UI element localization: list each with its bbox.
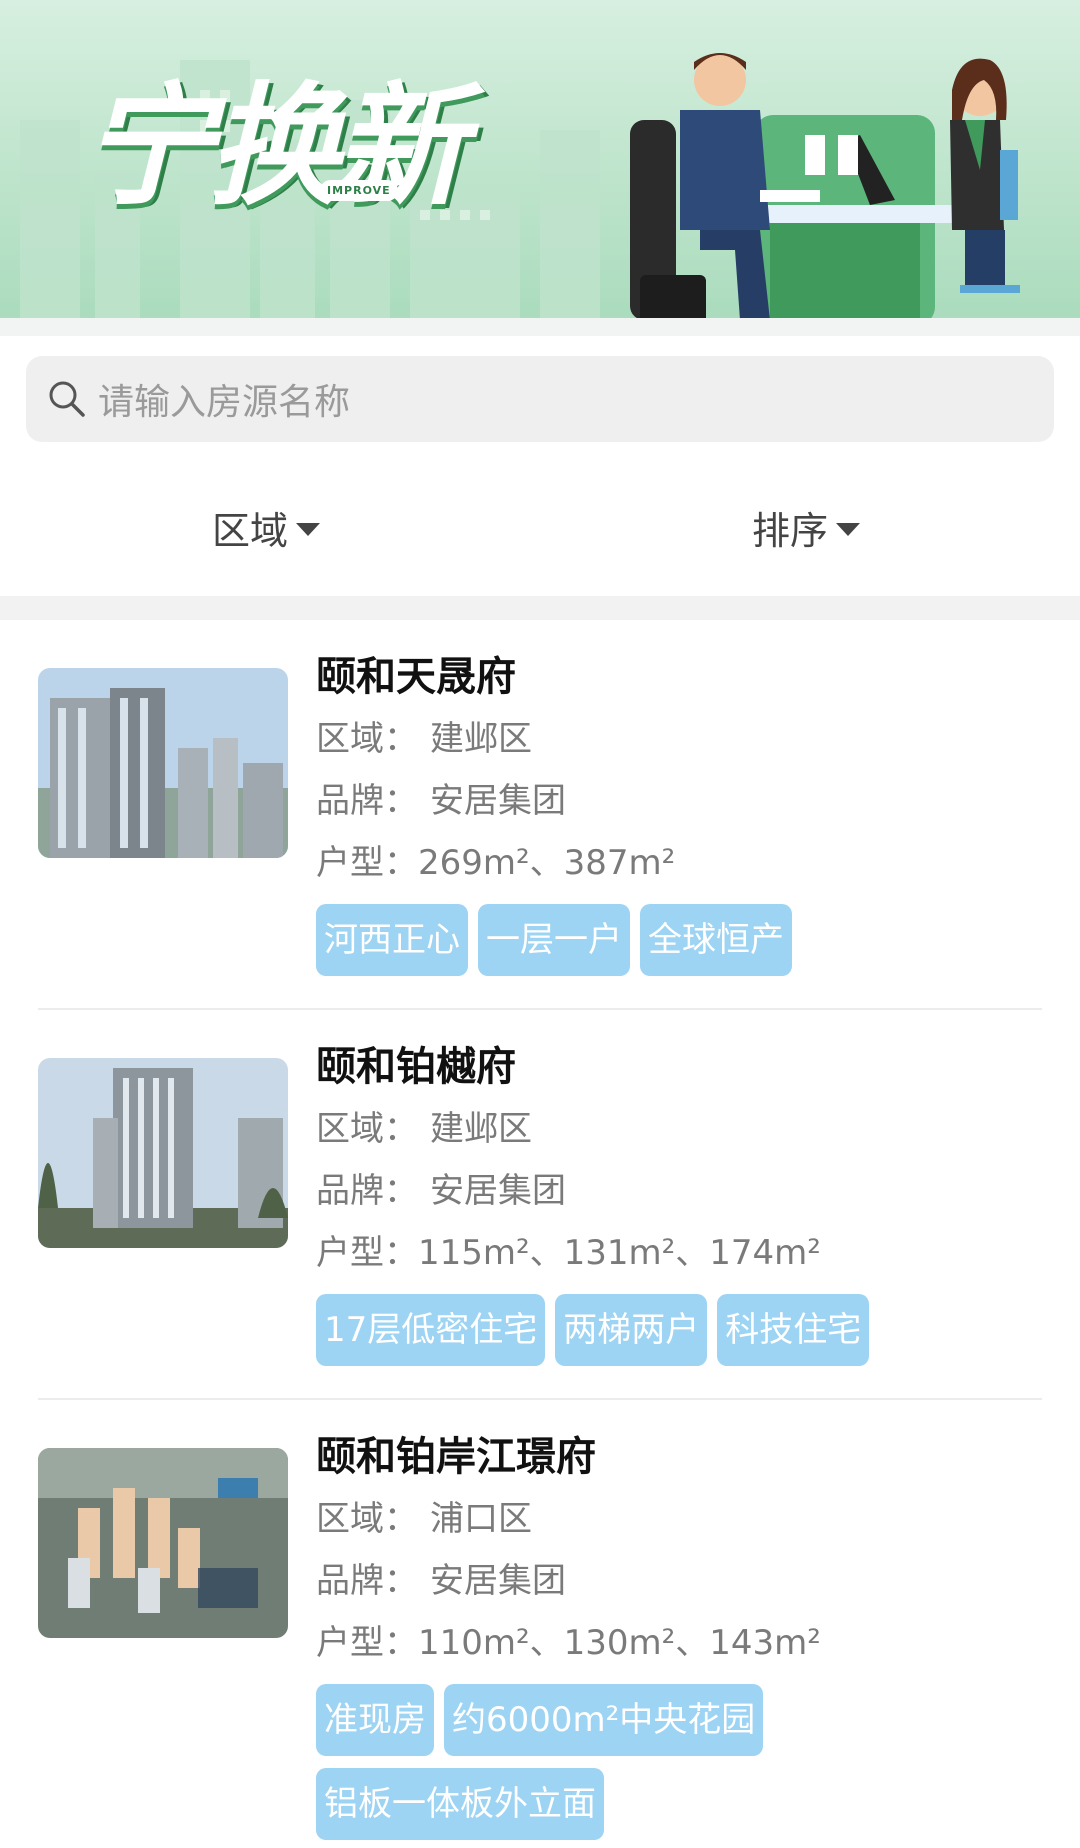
- layout-value: 269m²、387m²: [418, 843, 676, 883]
- region-filter-label: 区域: [212, 509, 289, 553]
- logo-text: 宁换新: [82, 70, 466, 224]
- feature-tag: 铝板一体板外立面: [316, 1768, 604, 1840]
- region-value: 浦口区: [430, 1499, 532, 1539]
- feature-tag: 全球恒产: [640, 904, 792, 976]
- banner-divider: [0, 318, 1080, 336]
- property-name[interactable]: 颐和天晟府: [316, 646, 936, 708]
- property-info: 颐和铂樾府 区域： 建邺区 品牌： 安居集团 户型：115m²、131m²、174m…: [316, 1036, 936, 1378]
- property-name[interactable]: 颐和铂樾府: [316, 1036, 936, 1098]
- search-icon: [44, 376, 90, 422]
- brand-value: 安居集团: [430, 1561, 566, 1601]
- brand-value: 安居集团: [430, 1171, 566, 1211]
- property-brand: 品牌： 安居集团: [316, 1160, 936, 1222]
- property-region: 区域： 浦口区: [316, 1488, 936, 1550]
- property-thumbnail[interactable]: [38, 668, 288, 858]
- feature-tag: 科技住宅: [717, 1294, 870, 1366]
- item-divider: [38, 1398, 1042, 1400]
- chevron-down-icon: [836, 523, 861, 536]
- property-layout: 户型：269m²、387m²: [316, 832, 936, 894]
- property-info: 颐和天晟府 区域： 建邺区 品牌： 安居集团 户型：269m²、387m² 河西正心…: [316, 646, 936, 988]
- filter-bar: 区域 排序: [0, 480, 1080, 576]
- brand-label: 品牌：: [316, 1171, 418, 1211]
- tag-list: 河西正心 一层一户 全球恒产: [316, 904, 936, 988]
- feature-tag: 17层低密住宅: [316, 1294, 546, 1366]
- brand-label: 品牌：: [316, 1561, 418, 1601]
- feature-tag: 准现房: [316, 1684, 434, 1756]
- tag-list: 17层低密住宅 两梯两户 科技住宅: [316, 1294, 936, 1378]
- feature-tag: 约6000m²中央花园: [444, 1684, 764, 1756]
- property-region: 区域： 建邺区: [316, 708, 936, 770]
- property-brand: 品牌： 安居集团: [316, 770, 936, 832]
- region-value: 建邺区: [430, 1109, 532, 1149]
- layout-label: 户型：: [316, 1623, 418, 1663]
- layout-value: 115m²、131m²、174m²: [418, 1233, 821, 1273]
- region-label: 区域：: [316, 1499, 418, 1539]
- property-layout: 户型：110m²、130m²、143m²: [316, 1612, 936, 1674]
- search-input[interactable]: 请输入房源名称: [26, 356, 1054, 442]
- search-placeholder: 请输入房源名称: [98, 382, 351, 423]
- layout-label: 户型：: [316, 1233, 418, 1273]
- feature-tag: 两梯两户: [555, 1294, 708, 1366]
- region-label: 区域：: [316, 1109, 418, 1149]
- sort-filter[interactable]: 排序: [752, 500, 861, 555]
- logo-subtitle: IMPROVE: [320, 180, 398, 201]
- region-filter[interactable]: 区域: [212, 500, 321, 555]
- header-banner: 宁换新 IMPROVE: [0, 0, 1080, 330]
- property-thumbnail[interactable]: [38, 1448, 288, 1638]
- property-name[interactable]: 颐和铂岸江璟府: [316, 1426, 936, 1488]
- feature-tag: 河西正心: [316, 904, 468, 976]
- property-region: 区域： 建邺区: [316, 1098, 936, 1160]
- feature-tag: 一层一户: [478, 904, 630, 976]
- property-thumbnail[interactable]: [38, 1058, 288, 1248]
- layout-label: 户型：: [316, 843, 418, 883]
- tag-list: 准现房 约6000m²中央花园 铝板一体板外立面: [316, 1684, 936, 1848]
- property-brand: 品牌： 安居集团: [316, 1550, 936, 1612]
- brand-logo: 宁换新 IMPROVE: [82, 62, 542, 242]
- chevron-down-icon: [296, 523, 321, 536]
- section-divider: [0, 596, 1080, 620]
- brand-value: 安居集团: [430, 781, 566, 821]
- region-value: 建邺区: [430, 719, 532, 759]
- property-info: 颐和铂岸江璟府 区域： 浦口区 品牌： 安居集团 户型：110m²、130m²、14…: [316, 1426, 936, 1848]
- region-label: 区域：: [316, 719, 418, 759]
- property-layout: 户型：115m²、131m²、174m²: [316, 1222, 936, 1284]
- brand-label: 品牌：: [316, 781, 418, 821]
- layout-value: 110m²、130m²、143m²: [418, 1623, 821, 1663]
- sort-filter-label: 排序: [752, 509, 829, 553]
- item-divider: [38, 1008, 1042, 1010]
